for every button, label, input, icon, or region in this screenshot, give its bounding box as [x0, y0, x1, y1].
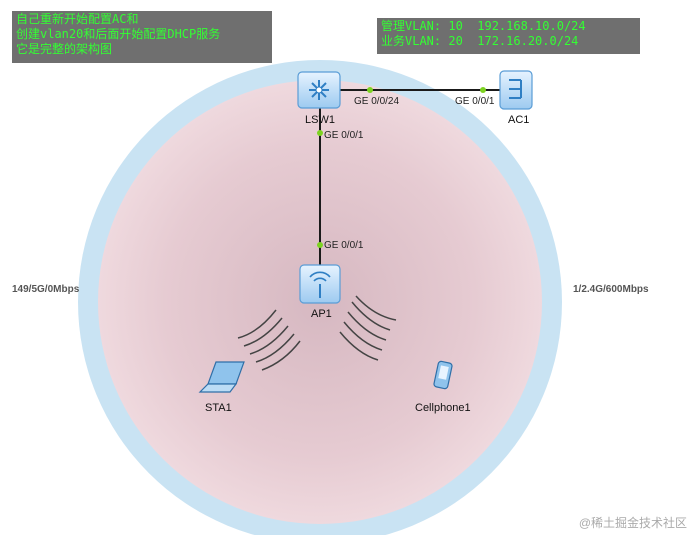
topology-canvas: [78, 60, 562, 535]
port-indicator: [367, 87, 373, 93]
port-label: GE 0/0/24: [354, 96, 400, 107]
radio-rate-left: 149/5G/0Mbps: [12, 284, 80, 295]
access-controller-icon[interactable]: [499, 70, 533, 110]
port-label: GE 0/0/1: [324, 130, 364, 141]
note-line: 业务VLAN: 20 172.16.20.0/24: [381, 34, 579, 48]
access-point-icon[interactable]: [299, 264, 341, 304]
device-label-ap1: AP1: [311, 308, 332, 320]
port-indicator: [317, 130, 323, 136]
radio-rate-right: 1/2.4G/600Mbps: [573, 284, 649, 295]
annotation-note-steps: 自己重新开始配置AC和 创建vlan20和后面开始配置DHCP服务 它是完整的架构图: [12, 11, 272, 63]
switch-icon[interactable]: [297, 71, 341, 109]
note-line: 创建vlan20和后面开始配置DHCP服务: [16, 27, 221, 41]
port-indicator: [317, 242, 323, 248]
port-indicator: [480, 87, 486, 93]
device-label-ac1: AC1: [508, 114, 530, 126]
device-label-lsw1: LSW1: [305, 114, 335, 126]
note-line: 它是完整的架构图: [16, 42, 113, 56]
note-line: 管理VLAN: 10 192.168.10.0/24: [381, 19, 586, 33]
port-label: GE 0/0/1: [455, 96, 495, 107]
note-line: 自己重新开始配置AC和: [16, 12, 139, 26]
port-label: GE 0/0/1: [324, 240, 364, 251]
device-label-sta1: STA1: [205, 402, 232, 414]
watermark: @稀土掘金技术社区: [578, 516, 687, 530]
device-label-cellphone1: Cellphone1: [415, 402, 471, 414]
annotation-note-vlans: 管理VLAN: 10 192.168.10.0/24 业务VLAN: 20 172…: [377, 18, 640, 54]
